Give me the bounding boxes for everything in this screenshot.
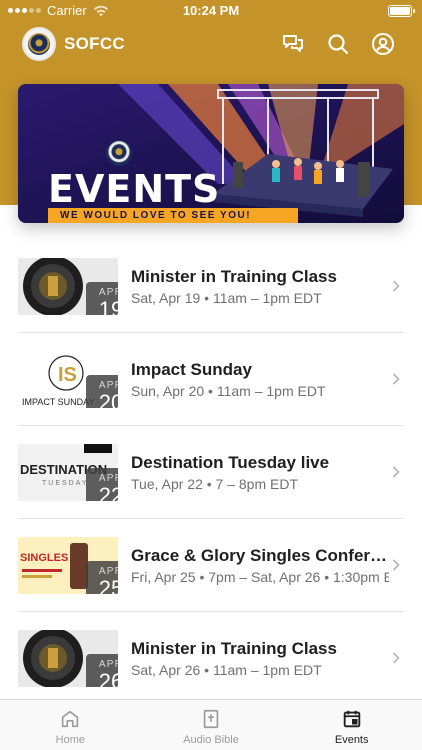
event-item[interactable]: SINGLES APR 25 Grace & Glory Singles Con…: [0, 519, 422, 612]
tab-label: Audio Bible: [183, 734, 239, 746]
chevron-right-icon: [392, 559, 400, 571]
event-title: Minister in Training Class: [131, 639, 337, 658]
tab-label: Events: [334, 734, 369, 746]
clock: 10:24 PM: [182, 3, 240, 18]
chevron-right-icon: [392, 652, 400, 664]
event-item[interactable]: DESTINATION TUESDAY APR 22 Destination T…: [0, 426, 422, 519]
tab-bar: Home Audio Bible Events: [0, 699, 422, 750]
event-date-badge: APR 19: [86, 282, 118, 315]
event-time: Tue, Apr 22 • 7 – 8pm EDT: [131, 476, 299, 492]
tab-label: Home: [55, 734, 85, 746]
event-day: 22: [98, 483, 118, 502]
impact-thumb-text: IMPACT SUNDAY: [22, 397, 95, 407]
events-banner: EVENTS WE WOULD LOVE TO SEE YOU!: [18, 84, 404, 223]
event-time: Sun, Apr 20 • 11am – 1pm EDT: [131, 383, 326, 399]
event-day: 19: [98, 297, 118, 316]
event-thumbnail: DESTINATION TUESDAY APR 22: [18, 444, 118, 501]
singles-thumb-text: SINGLES: [20, 552, 68, 564]
event-day: 25: [98, 576, 118, 595]
home-icon: [62, 710, 79, 728]
event-time: Sat, Apr 19 • 11am – 1pm EDT: [131, 290, 322, 306]
church-logo[interactable]: [22, 27, 56, 61]
destination-thumb-subtext: TUESDAY: [42, 480, 89, 487]
app-title: SOFCC: [64, 34, 125, 53]
event-item[interactable]: IS IMPACT SUNDAY APR 20 Impact Sunday Su…: [0, 333, 422, 426]
calendar-icon: [343, 710, 360, 728]
event-thumbnail: SINGLES APR 25: [18, 537, 118, 594]
banner-tagline: WE WOULD LOVE TO SEE YOU!: [48, 208, 298, 223]
event-thumbnail: APR 19: [18, 258, 118, 315]
app-header: SOFCC: [0, 22, 422, 66]
battery-icon: [388, 5, 415, 17]
events-list: APR 19 Minister in Training Class Sat, A…: [0, 240, 422, 705]
tab-audio-bible[interactable]: Audio Bible: [141, 700, 282, 750]
event-time: Sat, Apr 26 • 11am – 1pm EDT: [131, 662, 322, 678]
chat-bubbles-icon[interactable]: [281, 32, 305, 56]
tab-home[interactable]: Home: [0, 700, 141, 750]
event-title: Impact Sunday: [131, 360, 252, 379]
event-title: Minister in Training Class: [131, 267, 337, 286]
event-title: Grace & Glory Singles Conference: [131, 546, 389, 565]
event-title: Destination Tuesday live: [131, 453, 330, 472]
event-date-badge: APR 20: [86, 375, 118, 408]
event-thumbnail: APR 26: [18, 630, 118, 687]
search-icon[interactable]: [326, 32, 350, 56]
event-date-badge: APR 25: [86, 561, 118, 594]
bible-icon: [203, 709, 219, 729]
banner-title: EVENTS: [48, 167, 221, 211]
chevron-right-icon: [392, 280, 400, 292]
tab-events[interactable]: Events: [281, 700, 422, 750]
chevron-right-icon: [392, 373, 400, 385]
event-item[interactable]: APR 19 Minister in Training Class Sat, A…: [0, 240, 422, 333]
event-thumbnail: IS IMPACT SUNDAY APR 20: [18, 351, 118, 408]
event-date-badge: APR 26: [86, 654, 118, 687]
event-day: 26: [98, 669, 118, 688]
event-time: Fri, Apr 25 • 7pm – Sat, Apr 26 • 1:30pm…: [131, 569, 389, 585]
chevron-right-icon: [392, 466, 400, 478]
event-date-badge: APR 22: [86, 468, 118, 501]
svg-text:IS: IS: [58, 364, 77, 386]
event-day: 20: [98, 390, 118, 409]
event-item[interactable]: APR 26 Minister in Training Class Sat, A…: [0, 612, 422, 705]
status-bar: Carrier 10:24 PM: [0, 0, 422, 22]
church-emblem: [106, 140, 132, 166]
profile-icon[interactable]: [371, 32, 395, 56]
